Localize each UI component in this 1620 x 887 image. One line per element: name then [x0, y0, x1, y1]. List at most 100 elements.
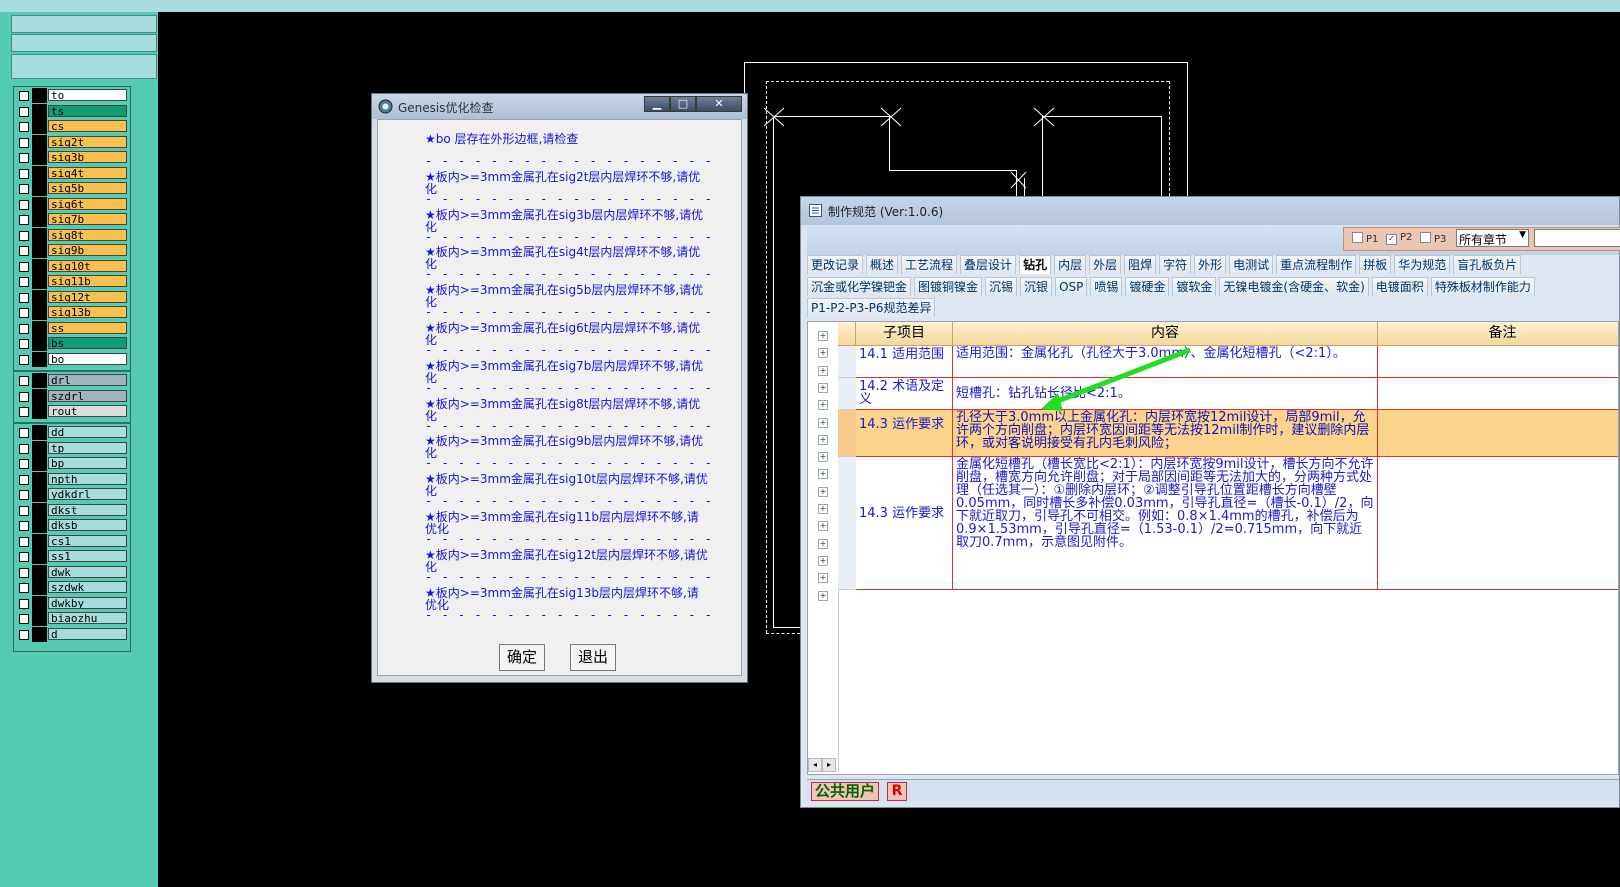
layer-name[interactable]: sig8t	[48, 228, 127, 241]
layer-row[interactable]: sig9b	[14, 243, 130, 259]
layer-row[interactable]: sig8t	[14, 227, 130, 244]
layer-name[interactable]: sig7b	[48, 213, 127, 225]
layer-checkbox[interactable]	[19, 629, 29, 640]
layer-row[interactable]: bp	[14, 456, 130, 472]
layer-checkbox[interactable]	[19, 443, 29, 454]
panel-field-3[interactable]	[11, 54, 157, 79]
layer-name[interactable]: d	[48, 627, 127, 640]
minimize-button[interactable]: ▁	[644, 96, 670, 112]
layer-row[interactable]: drl	[14, 373, 130, 389]
maximize-button[interactable]: □	[670, 96, 696, 112]
layer-checkbox[interactable]	[19, 583, 29, 593]
layer-name[interactable]: ss1	[48, 550, 127, 562]
layer-checkbox[interactable]	[19, 376, 29, 386]
layer-checkbox[interactable]	[19, 536, 29, 547]
layer-row[interactable]: cs1	[14, 533, 130, 550]
layer-name[interactable]: sig2t	[48, 135, 127, 148]
layer-row[interactable]: rout	[14, 404, 130, 420]
close-button[interactable]: ✕	[696, 96, 742, 112]
layer-row[interactable]: sig13b	[14, 305, 130, 321]
layer-checkbox[interactable]	[19, 292, 29, 303]
layer-checkbox[interactable]	[19, 246, 29, 256]
layer-checkbox[interactable]	[19, 199, 29, 210]
layer-checkbox[interactable]	[19, 137, 29, 148]
layer-row[interactable]: sig2t	[14, 134, 130, 151]
layer-name[interactable]: sig12t	[48, 290, 127, 303]
layer-row[interactable]: biaozhu	[14, 611, 130, 627]
layer-row[interactable]: sig10t	[14, 258, 130, 275]
layer-checkbox[interactable]	[19, 552, 29, 562]
layer-name[interactable]: dd	[48, 426, 127, 438]
layer-checkbox[interactable]	[19, 91, 29, 101]
layer-name[interactable]: sig10t	[48, 259, 127, 272]
layer-row[interactable]: dksb	[14, 518, 130, 534]
layer-name[interactable]: sig3b	[48, 151, 127, 163]
layer-checkbox[interactable]	[19, 153, 29, 163]
layer-checkbox[interactable]	[19, 505, 29, 516]
layer-name[interactable]: sig11b	[48, 275, 127, 287]
layer-row[interactable]: sig11b	[14, 274, 130, 290]
layer-checkbox[interactable]	[19, 598, 29, 609]
layer-row[interactable]: dd	[14, 425, 130, 441]
layer-row[interactable]: d	[14, 626, 130, 643]
layer-row[interactable]: sig7b	[14, 212, 130, 228]
layer-checkbox[interactable]	[19, 230, 29, 241]
layer-row[interactable]: ss1	[14, 549, 130, 565]
layer-checkbox[interactable]	[19, 339, 29, 349]
layer-checkbox[interactable]	[19, 106, 29, 117]
layer-row[interactable]: cs	[14, 119, 130, 135]
layer-row[interactable]: sig6t	[14, 196, 130, 213]
layer-checkbox[interactable]	[19, 308, 29, 318]
layer-checkbox[interactable]	[19, 614, 29, 624]
layer-name[interactable]: cs	[48, 120, 127, 132]
layer-row[interactable]: dkst	[14, 502, 130, 519]
layer-row[interactable]: ydkdrl	[14, 487, 130, 503]
layer-row[interactable]: dwkby	[14, 595, 130, 612]
layer-name[interactable]: npth	[48, 472, 127, 485]
exit-button[interactable]: 退出	[570, 644, 616, 671]
layer-name[interactable]: sig4t	[48, 166, 127, 179]
layer-checkbox[interactable]	[19, 215, 29, 225]
panel-field-2[interactable]	[11, 34, 157, 52]
layer-name[interactable]: sig9b	[48, 244, 127, 256]
layer-checkbox[interactable]	[19, 277, 29, 287]
layer-name[interactable]: bo	[48, 352, 127, 365]
layer-name[interactable]: ydkdrl	[48, 488, 127, 500]
layer-checkbox[interactable]	[19, 354, 29, 365]
layer-name[interactable]: tp	[48, 441, 127, 454]
ok-button[interactable]: 确定	[499, 644, 545, 671]
layer-checkbox[interactable]	[19, 407, 29, 417]
layer-checkbox[interactable]	[19, 184, 29, 194]
layer-name[interactable]: dwk	[48, 565, 127, 578]
layer-name[interactable]: drl	[48, 374, 127, 386]
layer-row[interactable]: szdrl	[14, 388, 130, 405]
layer-row[interactable]: bs	[14, 336, 130, 352]
layer-checkbox[interactable]	[19, 521, 29, 531]
layer-checkbox[interactable]	[19, 428, 29, 438]
layer-checkbox[interactable]	[19, 323, 29, 334]
dialog-titlebar[interactable]: Genesis优化检查 ▁ □ ✕	[372, 94, 747, 119]
layer-name[interactable]: dkst	[48, 503, 127, 516]
layer-row[interactable]: npth	[14, 471, 130, 488]
panel-field-1[interactable]	[11, 15, 157, 33]
layer-row[interactable]: tp	[14, 440, 130, 457]
layer-row[interactable]: sig5b	[14, 181, 130, 197]
layer-name[interactable]: szdwk	[48, 581, 127, 593]
layer-row[interactable]: sig4t	[14, 165, 130, 182]
layer-row[interactable]: ts	[14, 103, 130, 120]
layer-name[interactable]: bs	[48, 337, 127, 349]
layer-name[interactable]: rout	[48, 405, 127, 417]
layer-name[interactable]: to	[48, 89, 127, 101]
layer-checkbox[interactable]	[19, 567, 29, 578]
layer-row[interactable]: sig3b	[14, 150, 130, 166]
layer-name[interactable]: szdrl	[48, 389, 127, 402]
layer-row[interactable]: dwk	[14, 564, 130, 581]
layer-checkbox[interactable]	[19, 261, 29, 272]
layer-checkbox[interactable]	[19, 168, 29, 179]
layer-checkbox[interactable]	[19, 122, 29, 132]
layer-name[interactable]: cs1	[48, 534, 127, 547]
layer-row[interactable]: sig12t	[14, 289, 130, 306]
layer-row[interactable]: to	[14, 88, 130, 104]
layer-name[interactable]: sig5b	[48, 182, 127, 194]
layer-name[interactable]: sig6t	[48, 197, 127, 210]
